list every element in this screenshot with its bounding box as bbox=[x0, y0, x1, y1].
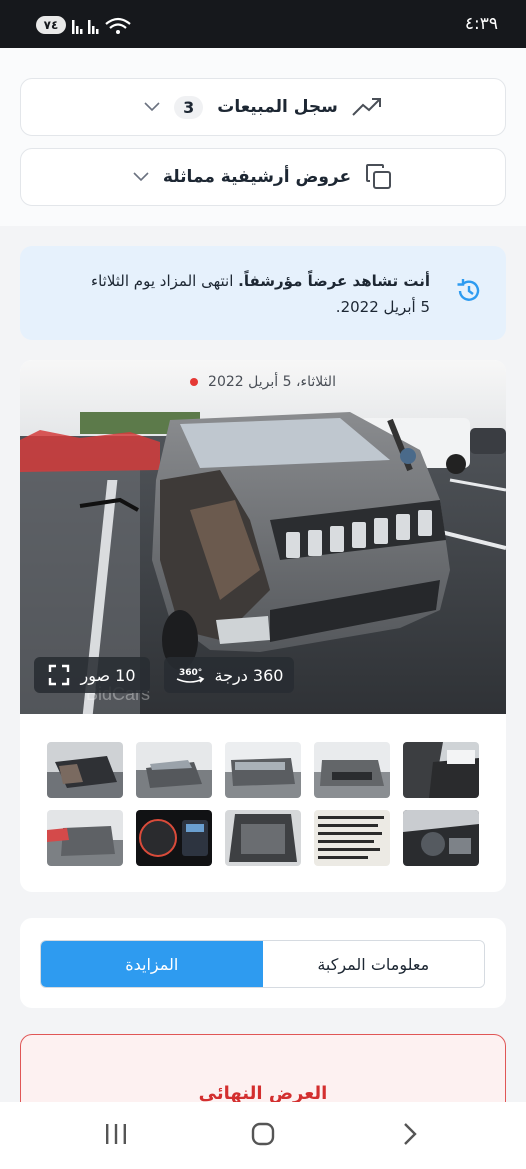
home-icon[interactable] bbox=[251, 1122, 275, 1146]
similar-archived-title: عروض أرشيفية مماثلة bbox=[162, 167, 352, 187]
back-icon[interactable] bbox=[400, 1122, 420, 1146]
date-text: الثلاثاء، 5 أبريل 2022 bbox=[208, 374, 336, 390]
thumbnail-1[interactable] bbox=[47, 742, 123, 798]
clock: ٤:٣٩ bbox=[464, 14, 498, 34]
status-bar: ٧٤ ٤:٣٩ bbox=[0, 0, 526, 48]
detail-tabs: المزايدة معلومات المركبة bbox=[40, 940, 485, 988]
fullscreen-icon bbox=[49, 664, 70, 686]
thumbnail-10[interactable] bbox=[403, 810, 479, 866]
thumbnail-6[interactable] bbox=[47, 810, 123, 866]
auction-date: الثلاثاء، 5 أبريل 2022 bbox=[20, 374, 506, 390]
recents-icon[interactable] bbox=[104, 1122, 128, 1146]
history-icon bbox=[457, 279, 480, 301]
main-vehicle-photo[interactable]: BidCars الثلاثاء، 5 أبريل 2022 10 صور 36… bbox=[20, 360, 506, 714]
chevron-down-icon bbox=[133, 172, 149, 182]
thumbnail-4[interactable] bbox=[314, 742, 390, 798]
notice-bold: أنت تشاهد عرضاً مؤرشفاً. bbox=[238, 272, 430, 290]
similar-archived-accordion[interactable]: عروض أرشيفية مماثلة bbox=[20, 148, 506, 206]
trend-up-icon bbox=[352, 98, 381, 116]
view-360-button[interactable]: 360° 360 درجة bbox=[164, 657, 294, 693]
notice-text: أنت تشاهد عرضاً مؤرشفاً. انتهى المزاد يو… bbox=[90, 268, 430, 320]
system-nav-bar bbox=[0, 1102, 526, 1169]
thumbnail-8[interactable] bbox=[225, 810, 301, 866]
thumbnail-2[interactable] bbox=[136, 742, 212, 798]
sales-count-badge: 3 bbox=[174, 95, 204, 119]
battery-indicator: ٧٤ bbox=[36, 16, 66, 34]
thumbnail-5[interactable] bbox=[403, 742, 479, 798]
view-photos-button[interactable]: 10 صور bbox=[34, 657, 150, 693]
status-dot bbox=[190, 378, 199, 386]
top-section: 3 سجل المبيعات عروض أرشيفية مماثلة bbox=[0, 48, 526, 226]
sales-history-title: سجل المبيعات bbox=[217, 97, 338, 117]
photos-count-label: 10 صور bbox=[80, 665, 136, 685]
tab-auction[interactable]: المزايدة bbox=[41, 941, 263, 987]
sales-history-accordion[interactable]: 3 سجل المبيعات bbox=[20, 78, 506, 136]
tabs-card: المزايدة معلومات المركبة bbox=[20, 918, 506, 1008]
copy-icon bbox=[366, 164, 392, 189]
gallery-card: BidCars الثلاثاء، 5 أبريل 2022 10 صور 36… bbox=[20, 360, 506, 892]
rotate-360-icon: 360° bbox=[176, 668, 204, 683]
view-360-label: 360 درجة bbox=[214, 665, 284, 685]
thumbnail-7[interactable] bbox=[136, 810, 212, 866]
chevron-down-icon bbox=[144, 102, 160, 112]
tab-vehicle-info[interactable]: معلومات المركبة bbox=[262, 941, 484, 987]
thumbnail-3[interactable] bbox=[225, 742, 301, 798]
signal-icon bbox=[72, 17, 131, 34]
thumbnail-9[interactable] bbox=[314, 810, 390, 866]
archived-notice: أنت تشاهد عرضاً مؤرشفاً. انتهى المزاد يو… bbox=[20, 246, 506, 340]
svg-text:360°: 360° bbox=[179, 668, 202, 678]
final-bid-title: العرض النهائي bbox=[198, 1083, 328, 1104]
